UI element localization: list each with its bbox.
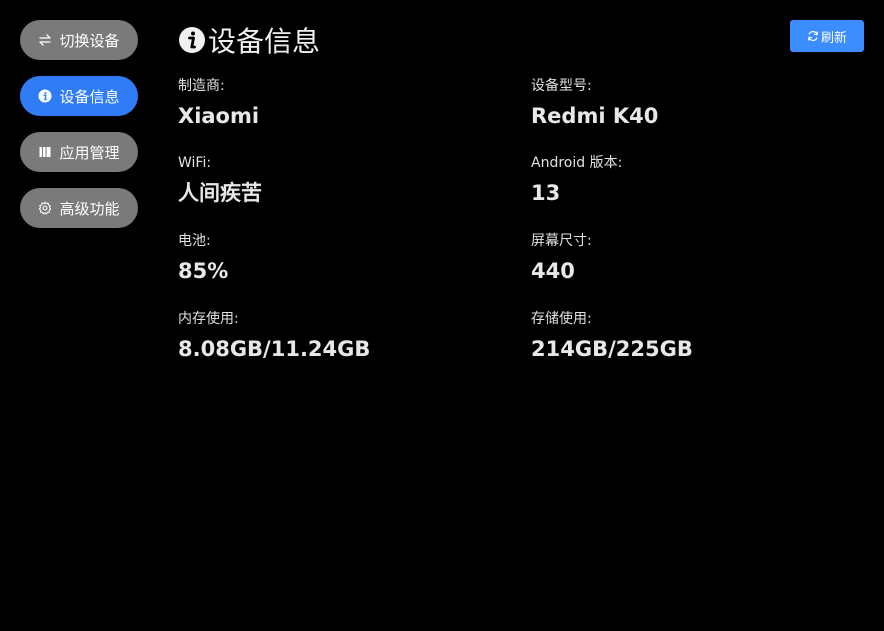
page-title-text: 设备信息: [208, 25, 321, 58]
info-value: 13: [531, 181, 561, 205]
refresh-icon: [807, 30, 819, 42]
sidebar-item-label: 应用管理: [59, 143, 120, 162]
gear-icon: [38, 201, 52, 215]
info-android-version: Android 版本: 13: [531, 153, 851, 208]
info-icon: [38, 89, 52, 103]
info-value: Xiaomi: [178, 104, 260, 128]
switch-arrows-icon: [38, 33, 52, 47]
apps-book-icon: [38, 145, 52, 159]
info-label: WiFi:: [178, 155, 212, 171]
info-value: Redmi K40: [531, 104, 659, 128]
sidebar-item-advanced[interactable]: 高级功能: [20, 188, 138, 228]
info-value: 8.08GB/11.24GB: [178, 337, 371, 361]
info-icon: [178, 26, 206, 54]
info-battery: 电池: 85%: [178, 231, 498, 286]
sidebar-item-label: 高级功能: [59, 199, 120, 218]
info-model: 设备型号: Redmi K40: [531, 76, 851, 131]
info-label: 设备型号:: [531, 78, 592, 94]
app-window: 切换设备 设备信息 应用管理 高级功能 设备信息 刷新 制造商: Xiaomi …: [0, 0, 884, 631]
sidebar-item-device-info[interactable]: 设备信息: [20, 76, 138, 116]
info-value: 440: [531, 259, 575, 283]
info-label: 内存使用:: [178, 311, 239, 327]
page-title: 设备信息: [178, 20, 320, 60]
info-label: Android 版本:: [531, 155, 623, 171]
info-label: 制造商:: [178, 78, 225, 94]
info-value: 85%: [178, 259, 229, 283]
sidebar-item-switch-device[interactable]: 切换设备: [20, 20, 138, 60]
info-value: 人间疾苦: [178, 181, 262, 205]
info-label: 屏幕尺寸:: [531, 233, 592, 249]
sidebar-item-app-management[interactable]: 应用管理: [20, 132, 138, 172]
info-label: 存储使用:: [531, 311, 592, 327]
sidebar-item-label: 设备信息: [59, 87, 120, 106]
refresh-button[interactable]: 刷新: [790, 20, 864, 52]
info-manufacturer: 制造商: Xiaomi: [178, 76, 498, 131]
sidebar: 切换设备 设备信息 应用管理 高级功能: [20, 20, 138, 244]
refresh-button-label: 刷新: [820, 30, 847, 46]
info-value: 214GB/225GB: [531, 337, 693, 361]
info-memory: 内存使用: 8.08GB/11.24GB: [178, 309, 498, 364]
sidebar-item-label: 切换设备: [59, 31, 120, 50]
info-storage: 存储使用: 214GB/225GB: [531, 309, 851, 364]
info-screen-size: 屏幕尺寸: 440: [531, 231, 851, 286]
info-wifi: WiFi: 人间疾苦: [178, 153, 498, 208]
info-label: 电池:: [178, 233, 211, 249]
